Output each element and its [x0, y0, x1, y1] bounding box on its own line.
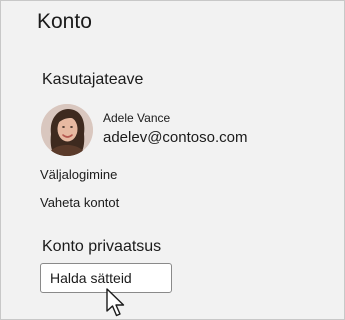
user-display-name: Adele Vance: [103, 111, 171, 125]
account-privacy-heading: Konto privaatsus: [42, 238, 162, 255]
switch-account-link[interactable]: Vaheta kontot: [40, 195, 119, 210]
user-email: adelev@contoso.com: [103, 129, 248, 146]
account-panel: Konto Kasutajateave Adele Vance adelev@c…: [0, 0, 345, 320]
user-info-heading: Kasutajateave: [42, 71, 144, 88]
sign-out-link[interactable]: Väljalogimine: [40, 167, 117, 182]
user-avatar-photo: [41, 104, 93, 156]
mouse-pointer-icon: [106, 288, 125, 317]
avatar: [41, 104, 93, 156]
panel-title: Konto: [37, 10, 92, 33]
